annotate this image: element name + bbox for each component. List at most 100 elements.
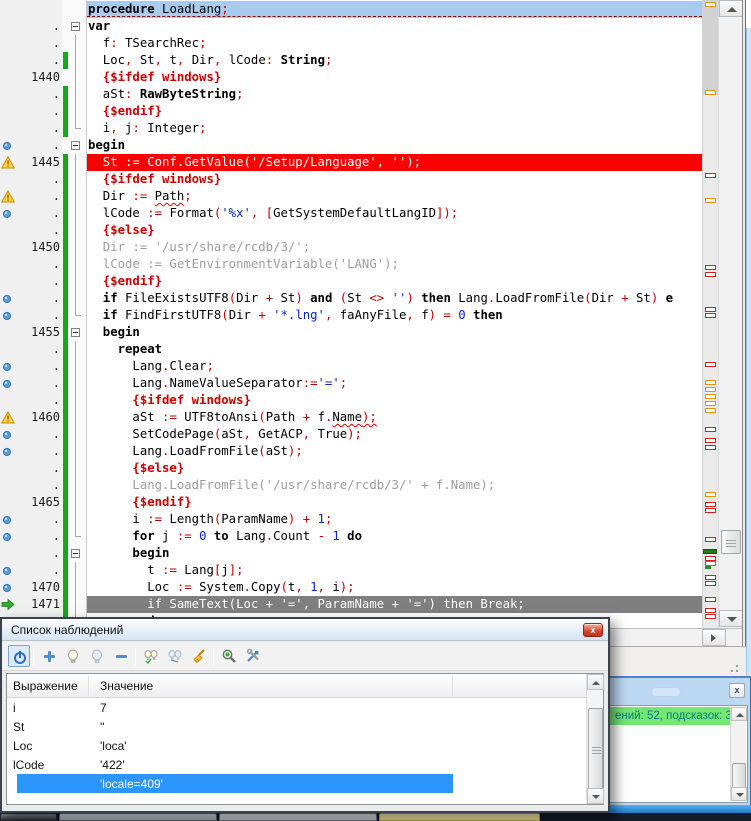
warning-icon[interactable]: [1, 156, 16, 169]
line-number[interactable]: .: [16, 290, 60, 307]
line-number[interactable]: .: [16, 137, 60, 154]
messages-scrollbar[interactable]: [730, 707, 746, 801]
breakpoint-dot-icon[interactable]: [1, 581, 16, 594]
code-editor[interactable]: procedure LoadLang;.var. f: TSearchRec;.…: [0, 0, 702, 628]
watch-row[interactable]: Loc'loca': [7, 736, 586, 755]
taskbar-button[interactable]: [219, 813, 377, 821]
line-number[interactable]: .: [16, 392, 60, 409]
scroll-down-button[interactable]: [731, 787, 747, 801]
breakpoint-dot-icon[interactable]: [1, 530, 16, 543]
watch-list[interactable]: Выражение Значение i7St''Loc'loca'lCode'…: [6, 673, 604, 805]
editor-vertical-scrollbar[interactable]: [718, 0, 742, 628]
execution-arrow-icon[interactable]: [1, 598, 16, 611]
line-number[interactable]: .: [16, 460, 60, 477]
line-number[interactable]: .: [16, 171, 60, 188]
line-number[interactable]: .: [16, 103, 60, 120]
line-number[interactable]: .: [16, 443, 60, 460]
line-number[interactable]: .: [16, 511, 60, 528]
warning-icon[interactable]: [1, 411, 16, 424]
line-number[interactable]: 1465: [16, 494, 60, 511]
line-number[interactable]: .: [16, 477, 60, 494]
breakpoint-dot-icon[interactable]: [1, 207, 16, 220]
taskbar-button[interactable]: [0, 813, 57, 821]
column-separator[interactable]: [452, 676, 453, 696]
enable-watch-button[interactable]: [62, 645, 84, 667]
scroll-up-button[interactable]: [731, 707, 747, 721]
scroll-down-button[interactable]: [719, 610, 743, 627]
line-number[interactable]: 1445: [16, 154, 60, 171]
column-separator[interactable]: [88, 676, 89, 696]
fold-toggle[interactable]: [70, 137, 86, 154]
line-number[interactable]: .: [16, 273, 60, 290]
breakpoint-dot-icon[interactable]: [1, 309, 16, 322]
line-number[interactable]: .: [16, 528, 60, 545]
fold-toggle[interactable]: [70, 324, 86, 341]
line-number[interactable]: .: [16, 375, 60, 392]
line-number[interactable]: .: [16, 205, 60, 222]
fold-toggle[interactable]: [70, 18, 86, 35]
scroll-thumb[interactable]: [721, 530, 741, 554]
properties-button[interactable]: [242, 645, 264, 667]
line-number[interactable]: 1440: [16, 69, 60, 86]
inspect-button[interactable]: [218, 645, 240, 667]
resize-grip-icon[interactable]: [731, 670, 733, 672]
line-number[interactable]: 1455: [16, 324, 60, 341]
line-number[interactable]: .: [16, 18, 60, 35]
taskbar-button[interactable]: [379, 813, 540, 821]
line-number[interactable]: .: [16, 35, 60, 52]
watch-list-header[interactable]: Выражение Значение: [7, 674, 586, 698]
column-header-expression[interactable]: Выражение: [13, 679, 78, 693]
breakpoint-dot-icon[interactable]: [1, 360, 16, 373]
breakpoint-dot-icon[interactable]: [1, 428, 16, 441]
breakpoint-dot-icon[interactable]: [1, 139, 16, 152]
disable-all-button[interactable]: [164, 645, 186, 667]
line-number[interactable]: .: [16, 120, 60, 137]
scroll-thumb[interactable]: [588, 708, 603, 792]
line-number[interactable]: .: [16, 341, 60, 358]
power-button[interactable]: [8, 645, 30, 667]
watch-scrollbar[interactable]: [586, 674, 603, 804]
delete-all-button[interactable]: [188, 645, 210, 667]
messages-close-button[interactable]: x: [729, 683, 745, 698]
breakpoint-dot-icon[interactable]: [1, 513, 16, 526]
line-number[interactable]: 1460: [16, 409, 60, 426]
scroll-thumb[interactable]: [732, 763, 746, 789]
line-number[interactable]: 1471: [16, 596, 60, 613]
scroll-up-button[interactable]: [587, 674, 604, 690]
breakpoint-dot-icon[interactable]: [1, 445, 16, 458]
line-number[interactable]: .: [16, 358, 60, 375]
warning-icon[interactable]: [1, 190, 16, 203]
line-number[interactable]: .: [16, 426, 60, 443]
resize-grip-icon[interactable]: [736, 670, 738, 672]
line-number[interactable]: .: [16, 545, 60, 562]
watch-row[interactable]: i7: [7, 698, 586, 717]
breakpoint-dot-icon[interactable]: [1, 292, 16, 305]
disable-watch-button[interactable]: [86, 645, 108, 667]
add-watch-button[interactable]: [38, 645, 60, 667]
watch-row[interactable]: t'locale=409': [7, 774, 586, 793]
line-number[interactable]: .: [16, 188, 60, 205]
line-number[interactable]: .: [16, 256, 60, 273]
line-number[interactable]: .: [16, 307, 60, 324]
line-number[interactable]: [16, 1, 60, 18]
breakpoint-dot-icon[interactable]: [1, 564, 16, 577]
watch-close-button[interactable]: x: [583, 623, 603, 637]
scroll-right-button[interactable]: [702, 629, 726, 646]
watch-row[interactable]: lCode'422': [7, 755, 586, 774]
line-number[interactable]: .: [16, 86, 60, 103]
remove-watch-button[interactable]: [110, 645, 132, 667]
resize-grip-icon[interactable]: [736, 665, 738, 667]
watch-row[interactable]: St'': [7, 717, 586, 736]
watch-title-bar[interactable]: Список наблюдений x: [2, 619, 608, 641]
scroll-up-button[interactable]: [719, 0, 743, 17]
taskbar-button[interactable]: [59, 813, 217, 821]
line-number[interactable]: .: [16, 562, 60, 579]
scroll-down-button[interactable]: [587, 788, 604, 804]
fold-toggle[interactable]: [70, 545, 86, 562]
column-header-value[interactable]: Значение: [100, 679, 153, 693]
enable-all-button[interactable]: [140, 645, 162, 667]
line-number[interactable]: 1450: [16, 239, 60, 256]
line-number[interactable]: .: [16, 52, 60, 69]
line-number[interactable]: .: [16, 222, 60, 239]
breakpoint-dot-icon[interactable]: [1, 377, 16, 390]
